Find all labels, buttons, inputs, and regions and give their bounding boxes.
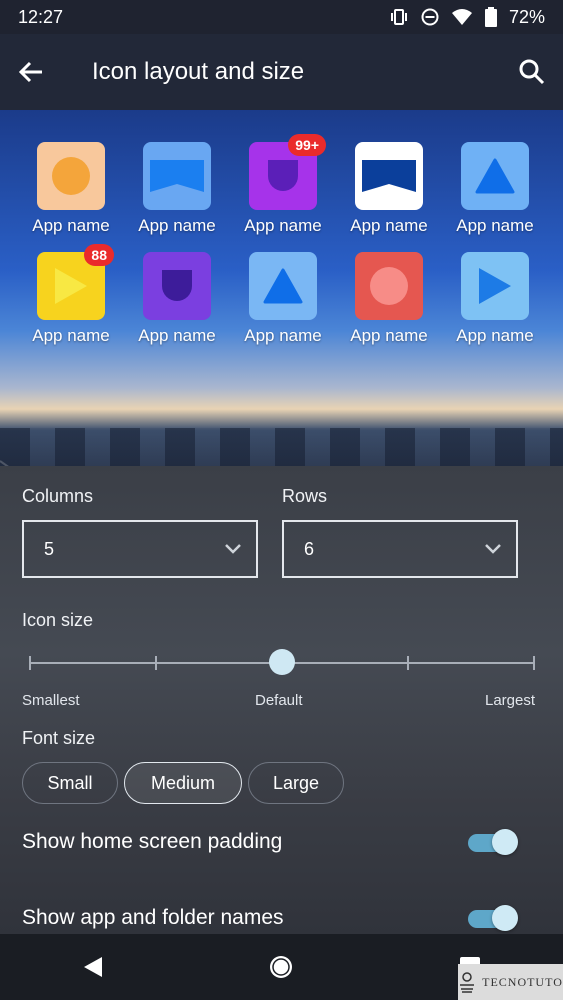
status-bar: 12:27 72% [0,0,563,34]
columns-label: Columns [22,486,94,506]
font-option-large[interactable]: Large [248,762,344,804]
app-item[interactable]: App name [442,252,548,346]
app-circle-icon [37,142,105,210]
slider-tick [29,656,31,670]
app-label: App name [244,216,322,235]
app-item[interactable]: App name [442,142,548,236]
app-triangle-icon [249,252,317,320]
app-label: App name [456,216,534,235]
font-option-small[interactable]: Small [22,762,118,804]
app-item[interactable]: App name [124,142,230,236]
toggle-knob [492,905,518,931]
notification-badge: 99+ [288,134,326,156]
notification-badge: 88 [84,244,114,266]
app-item[interactable]: 99+ App name [230,134,336,236]
app-label: App name [138,216,216,235]
settings-panel: Columns Rows 5 6 Icon size Smallest Defa… [0,466,563,934]
watermark-logo-icon [460,972,475,993]
app-item[interactable]: App name [336,142,442,236]
app-item[interactable]: App name [230,252,336,346]
app-bar: Icon layout and size [0,34,563,110]
padding-toggle[interactable] [468,829,518,855]
icon-size-label: Icon size [22,610,94,630]
app-circle-icon [355,252,423,320]
battery-percent: 72% [508,6,545,27]
padding-setting-label: Show home screen padding [22,830,283,853]
home-circle-icon[interactable] [268,954,294,980]
app-label: App name [350,326,428,345]
font-option-medium[interactable]: Medium [124,762,242,804]
arrow-left-icon[interactable] [18,59,44,85]
app-label: App name [456,326,534,345]
status-icons: 72% [389,7,545,28]
vibrate-icon [390,9,407,25]
columns-value: 5 [44,538,55,559]
page-title: Icon layout and size [92,58,305,85]
slider-tick [407,656,409,670]
slider-tick [533,656,535,670]
chevron-down-icon [225,544,241,554]
toggle-knob [492,829,518,855]
app-item[interactable]: App name [18,142,124,236]
app-shield-icon [143,252,211,320]
chevron-down-icon [485,544,501,554]
columns-select[interactable]: 5 [22,520,258,578]
font-size-label: Font size [22,728,96,748]
app-label: App name [244,326,322,345]
slider-max-label: Largest [485,692,536,709]
app-label: App name [32,216,110,235]
home-preview: App name App name 99+ App name App name App n… [0,110,563,466]
slider-min-label: Smallest [22,692,80,709]
wifi-icon [451,9,472,25]
watermark: TECNOTUTO [458,964,563,1000]
names-toggle[interactable] [468,905,518,931]
app-play-icon [461,252,529,320]
back-triangle-icon[interactable] [82,955,104,979]
battery-icon [484,7,497,27]
watermark-text: TECNOTUTO [482,974,563,989]
slider-mid-label: Default [255,692,303,709]
app-item[interactable]: 88 App name [18,244,124,346]
app-ribbon-icon [143,142,211,210]
app-ribbon-icon [355,142,423,210]
rows-label: Rows [282,486,328,506]
slider-tick [155,656,157,670]
rows-value: 6 [304,538,315,559]
slider-thumb[interactable] [269,649,295,675]
app-grid: App name App name 99+ App name App name App n… [18,134,548,346]
app-label: App name [350,216,428,235]
names-setting-label: Show app and folder names [22,906,284,929]
rows-select[interactable]: 6 [282,520,518,578]
search-icon[interactable] [519,59,545,85]
icon-size-slider[interactable] [29,649,535,675]
app-label: App name [138,326,216,345]
status-time: 12:27 [18,6,64,27]
app-triangle-icon [461,142,529,210]
do-not-disturb-icon [421,8,439,26]
app-item[interactable]: App name [336,252,442,346]
app-label: App name [32,326,110,345]
app-item[interactable]: App name [124,252,230,346]
